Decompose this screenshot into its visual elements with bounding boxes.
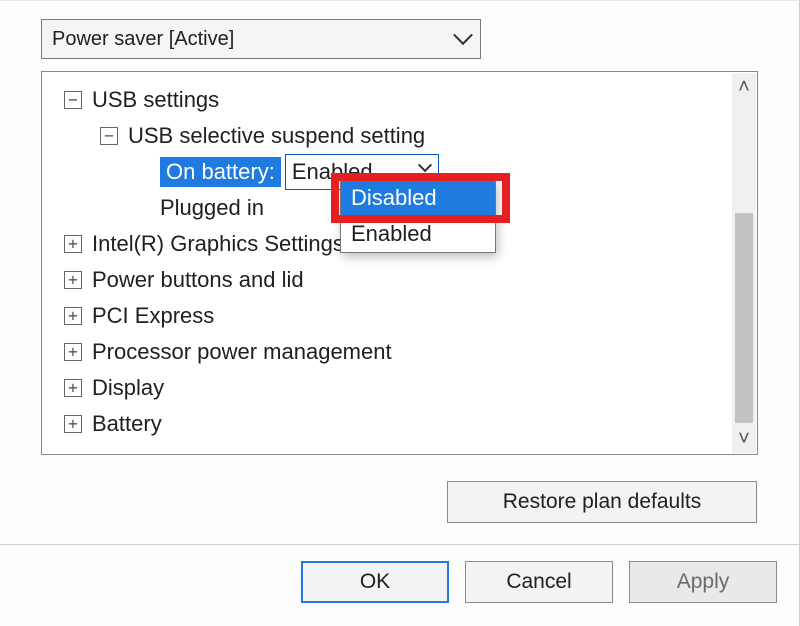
option-label: Enabled <box>351 221 432 247</box>
expand-icon[interactable]: + <box>64 415 82 433</box>
dropdown-option-disabled[interactable]: Disabled <box>341 180 495 216</box>
scrollbar[interactable]: ˄ ˅ <box>732 73 756 453</box>
scroll-down-arrow-icon[interactable]: ˅ <box>732 425 756 453</box>
expand-icon[interactable]: + <box>64 379 82 397</box>
settings-tree: − USB settings − USB selective suspend s… <box>41 71 758 455</box>
tree-node-processor-power[interactable]: + Processor power management <box>42 334 757 370</box>
cancel-button[interactable]: Cancel <box>465 561 613 603</box>
setting-label: Plugged in <box>160 195 264 221</box>
chevron-down-icon <box>456 28 470 51</box>
button-label: OK <box>360 570 390 594</box>
button-label: Cancel <box>506 570 571 594</box>
scroll-thumb[interactable] <box>735 213 753 423</box>
tree-node-pci-express[interactable]: + PCI Express <box>42 298 757 334</box>
option-label: Disabled <box>351 185 437 211</box>
tree-label: Processor power management <box>92 339 392 365</box>
expand-icon[interactable]: + <box>64 235 82 253</box>
tree-node-power-buttons-lid[interactable]: + Power buttons and lid <box>42 262 757 298</box>
expand-icon[interactable]: + <box>64 307 82 325</box>
setting-label: On battery: <box>160 157 281 187</box>
dropdown-option-enabled[interactable]: Enabled <box>341 216 495 252</box>
tree-label: Display <box>92 375 164 401</box>
button-label: Restore plan defaults <box>503 490 701 514</box>
scroll-up-arrow-icon[interactable]: ˄ <box>732 73 756 101</box>
tree-node-usb-settings[interactable]: − USB settings <box>42 82 757 118</box>
collapse-icon[interactable]: − <box>100 127 118 145</box>
tree-node-display[interactable]: + Display <box>42 370 757 406</box>
power-plan-combo[interactable]: Power saver [Active] <box>41 19 481 59</box>
button-label: Apply <box>677 570 730 594</box>
ok-button[interactable]: OK <box>301 561 449 603</box>
collapse-icon[interactable]: − <box>64 91 82 109</box>
chevron-down-icon <box>418 158 432 172</box>
tree-label: Power buttons and lid <box>92 267 304 293</box>
tree-node-usb-selective-suspend[interactable]: − USB selective suspend setting <box>42 118 757 154</box>
expand-icon[interactable]: + <box>64 271 82 289</box>
tree-label: USB selective suspend setting <box>128 123 425 149</box>
expand-icon[interactable]: + <box>64 343 82 361</box>
power-plan-value: Power saver [Active] <box>52 28 234 51</box>
tree-label: Intel(R) Graphics Settings <box>92 231 344 257</box>
power-options-dialog: Power saver [Active] − USB settings − US… <box>0 0 800 626</box>
divider <box>0 544 799 545</box>
tree-label: USB settings <box>92 87 219 113</box>
restore-defaults-button[interactable]: Restore plan defaults <box>447 481 757 523</box>
tree-node-battery[interactable]: + Battery <box>42 406 757 442</box>
tree-label: PCI Express <box>92 303 214 329</box>
tree-label: Battery <box>92 411 162 437</box>
apply-button[interactable]: Apply <box>629 561 777 603</box>
value-dropdown[interactable]: Disabled Enabled <box>340 179 496 253</box>
